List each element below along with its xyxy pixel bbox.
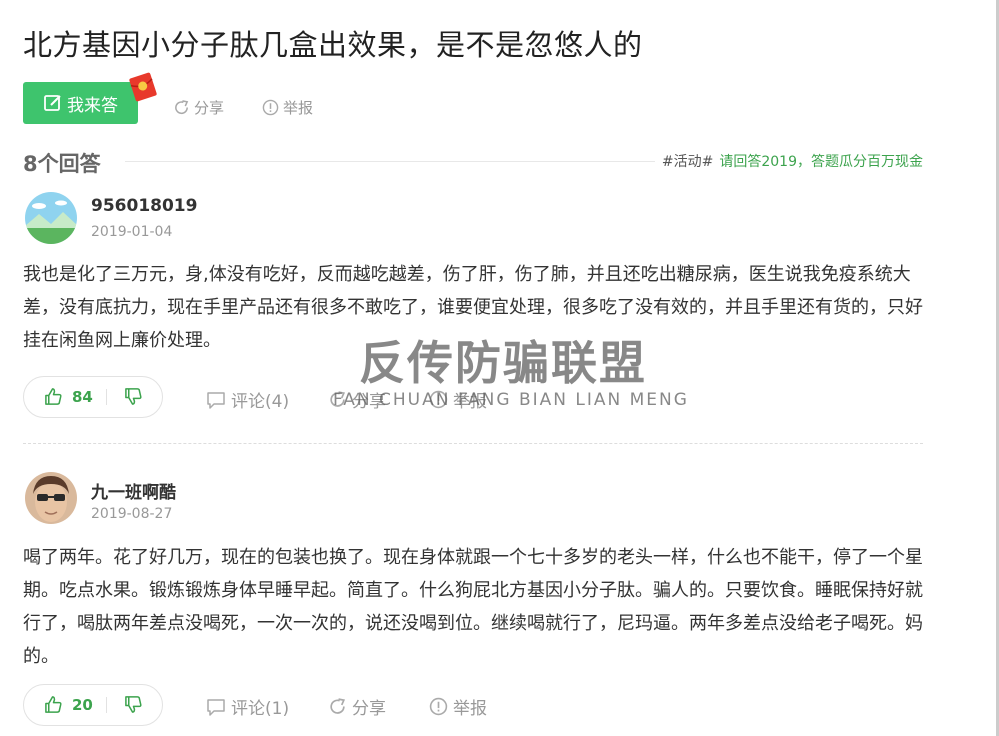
report-label: 举报 xyxy=(453,699,487,719)
warning-icon xyxy=(262,99,279,116)
answer-divider xyxy=(23,443,923,444)
report-label: 举报 xyxy=(283,99,314,117)
like-button[interactable]: 84 xyxy=(44,387,93,406)
dislike-button[interactable] xyxy=(124,387,143,410)
answer-button[interactable]: 我来答 xyxy=(23,82,138,124)
header-divider xyxy=(125,161,655,162)
like-button[interactable]: 20 xyxy=(44,695,93,714)
comment-icon xyxy=(207,698,225,716)
comment-link[interactable]: 评论(4) xyxy=(206,387,289,412)
username[interactable]: 九一班啊酷 xyxy=(91,478,176,503)
share-label: 分享 xyxy=(352,392,386,412)
vote-separator xyxy=(106,697,107,713)
warning-icon xyxy=(429,697,448,716)
answer-button-label: 我来答 xyxy=(67,95,118,116)
edit-icon xyxy=(44,95,61,111)
report-answer-link[interactable]: 举报 xyxy=(429,694,487,719)
avatar[interactable] xyxy=(25,192,77,244)
answer-date: 2019-08-27 xyxy=(91,506,173,522)
share-answer-link[interactable]: 分享 xyxy=(328,387,386,412)
red-packet-icon xyxy=(129,72,157,102)
thumbs-up-icon xyxy=(45,388,62,405)
report-question-link[interactable]: 举报 xyxy=(262,97,313,118)
answers-header: 8个回答 #活动# 请回答2019，答题瓜分百万现金 xyxy=(23,148,923,176)
comment-icon xyxy=(207,391,225,409)
share-question-link[interactable]: 分享 xyxy=(173,97,224,118)
report-label: 举报 xyxy=(453,392,487,412)
share-answer-link[interactable]: 分享 xyxy=(328,694,386,719)
share-label: 分享 xyxy=(194,99,225,117)
activity-promo[interactable]: #活动# 请回答2019，答题瓜分百万现金 xyxy=(662,151,923,171)
avatar[interactable] xyxy=(25,472,77,524)
thumbs-down-icon xyxy=(125,696,142,713)
comment-label: 评论(4) xyxy=(231,392,290,412)
vote-box: 20 xyxy=(23,684,163,726)
vote-box: 84 xyxy=(23,376,163,418)
activity-tag: #活动# xyxy=(661,154,714,170)
like-count: 20 xyxy=(72,695,93,714)
share-label: 分享 xyxy=(352,699,386,719)
vote-separator xyxy=(106,389,107,405)
thumbs-up-icon xyxy=(45,696,62,713)
answer-date: 2019-01-04 xyxy=(91,224,173,240)
report-answer-link[interactable]: 举报 xyxy=(429,387,487,412)
comment-label: 评论(1) xyxy=(231,699,290,719)
answer-content: 我也是化了三万元，身,体没有吃好，反而越吃越差，伤了肝，伤了肺，并且还吃出糖尿病… xyxy=(23,264,923,351)
thumbs-down-icon xyxy=(125,388,142,405)
comment-link[interactable]: 评论(1) xyxy=(206,694,289,719)
answer-content: 喝了两年。花了好几万，现在的包装也换了。现在身体就跟一个七十多岁的老头一样，什么… xyxy=(23,547,923,667)
landscape-avatar-image xyxy=(25,192,77,244)
share-icon xyxy=(175,100,189,115)
like-count: 84 xyxy=(72,387,93,406)
activity-link[interactable]: 请回答2019，答题瓜分百万现金 xyxy=(719,154,923,170)
username[interactable]: 956018019 xyxy=(91,196,197,216)
person-avatar-image xyxy=(25,472,77,524)
share-icon xyxy=(330,391,346,407)
share-icon xyxy=(330,698,346,714)
answer-count: 8个回答 xyxy=(23,152,101,176)
warning-icon xyxy=(429,390,448,409)
dislike-button[interactable] xyxy=(124,695,143,718)
question-title: 北方基因小分子肽几盒出效果，是不是忽悠人的 xyxy=(23,28,643,62)
